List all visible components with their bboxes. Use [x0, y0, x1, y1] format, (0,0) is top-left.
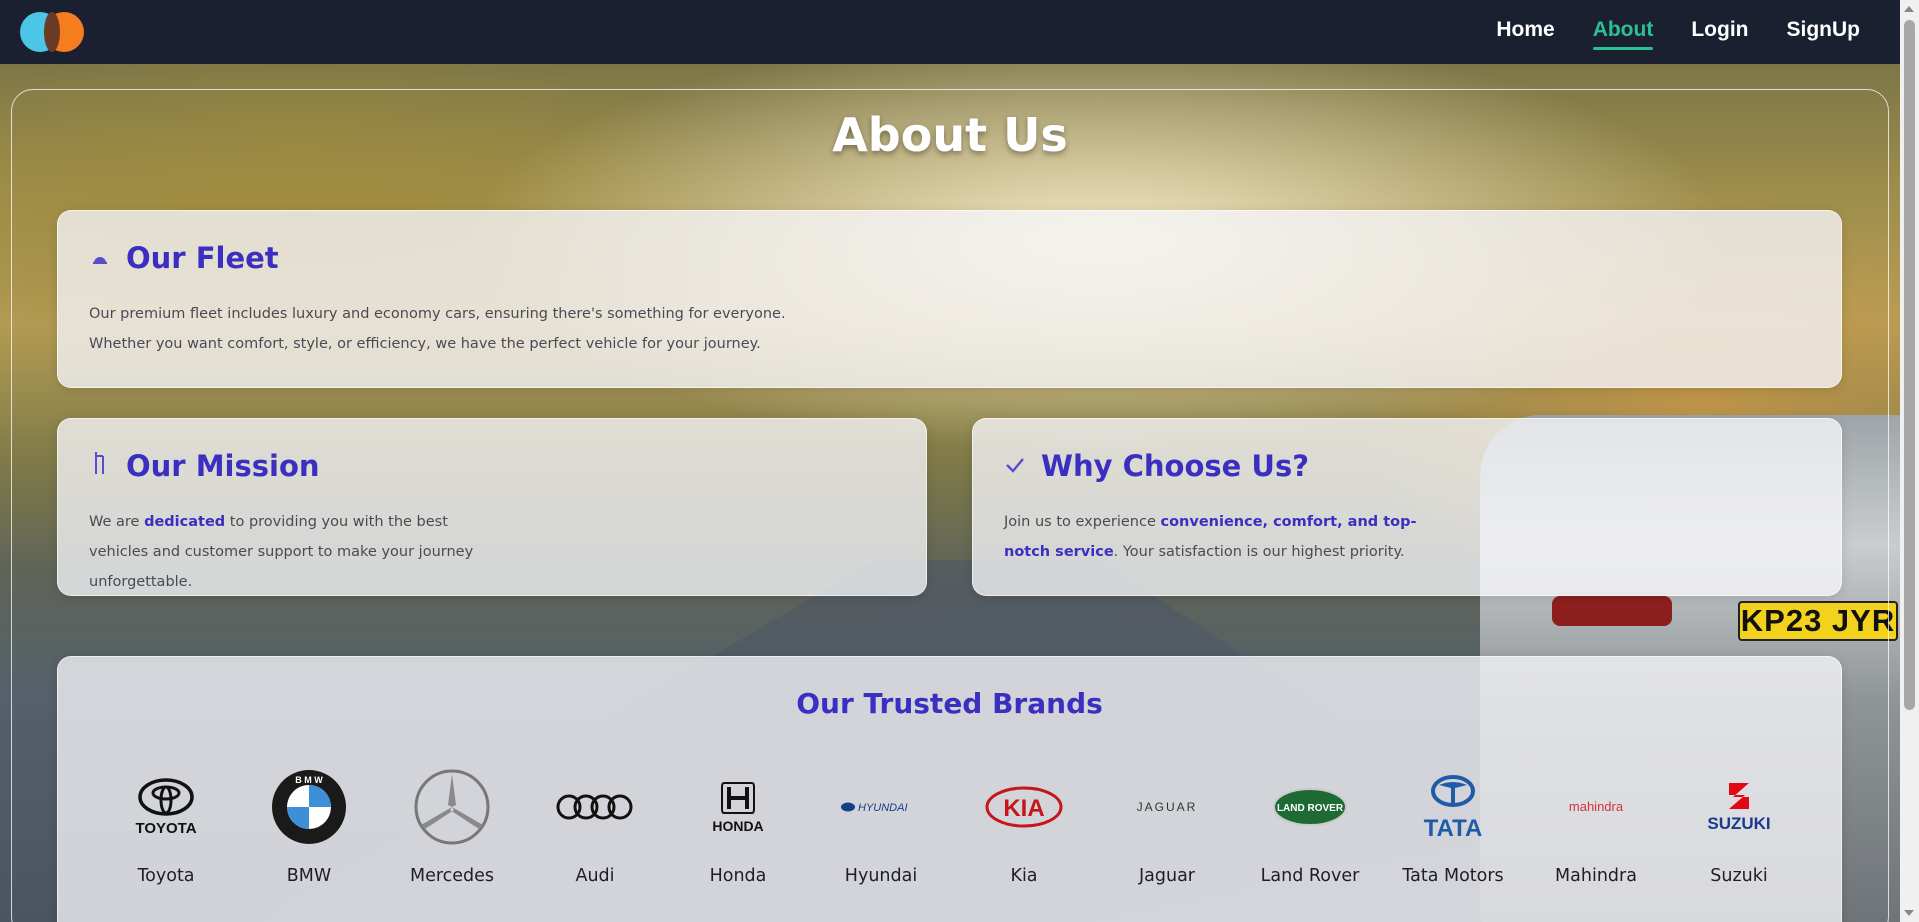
brands-title: Our Trusted Brands: [796, 687, 1103, 720]
fleet-card: Our Fleet Our premium fleet includes lux…: [57, 210, 1842, 388]
page-title: About Us: [832, 108, 1068, 162]
svg-text:mahindra: mahindra: [1569, 799, 1624, 814]
nav-link-about[interactable]: About: [1592, 18, 1653, 50]
nav-link-signup[interactable]: SignUp: [1787, 18, 1861, 46]
svg-text:KIA: KIA: [1003, 795, 1044, 822]
brand-mahindra[interactable]: mahindra Mahindra: [1526, 767, 1666, 886]
svg-text:HYUNDAI: HYUNDAI: [858, 802, 908, 814]
scroll-up-icon[interactable]: [1904, 6, 1914, 12]
nav-link-login[interactable]: Login: [1691, 18, 1748, 46]
mission-text: We are dedicated to providing you with t…: [89, 514, 474, 590]
brand-mercedes[interactable]: Mercedes: [382, 767, 522, 886]
brand-audi[interactable]: Audi: [525, 767, 665, 886]
nav-links: Home About Login SignUp: [1496, 18, 1861, 50]
brand-suzuki[interactable]: SUZUKI Suzuki: [1669, 767, 1809, 886]
mission-title: Our Mission: [126, 449, 320, 483]
svg-text:TOYOTA: TOYOTA: [135, 820, 196, 837]
svg-text:B M W: B M W: [295, 775, 323, 785]
svg-text:TATA: TATA: [1424, 815, 1483, 840]
brand-toyota[interactable]: TOYOTA Toyota: [96, 767, 236, 886]
fleet-title: Our Fleet: [126, 241, 279, 275]
check-icon: [1005, 453, 1025, 479]
why-card: Why Choose Us? Join us to experience con…: [972, 418, 1842, 596]
brand-hyundai[interactable]: HYUNDAI Hyundai: [811, 767, 951, 886]
mission-card: Our Mission We are dedicated to providin…: [57, 418, 927, 596]
mission-highlight: dedicated: [144, 514, 226, 530]
svg-text:JAGUAR: JAGUAR: [1137, 800, 1198, 814]
hyundai-logo-icon: HYUNDAI: [811, 767, 951, 847]
brand-land-rover[interactable]: LAND ROVER Land Rover: [1240, 767, 1380, 886]
nav-link-home[interactable]: Home: [1496, 18, 1554, 46]
svg-text:LAND ROVER: LAND ROVER: [1277, 803, 1344, 814]
kia-logo-icon: KIA: [954, 767, 1094, 847]
brand-bmw[interactable]: B M W BMW: [239, 767, 379, 886]
why-text: Join us to experience convenience, comfo…: [1004, 514, 1417, 560]
brand-tata-motors[interactable]: TATA Tata Motors: [1383, 767, 1523, 886]
bmw-logo-icon: B M W: [239, 767, 379, 847]
brand-honda[interactable]: HONDA Honda: [668, 767, 808, 886]
jaguar-logo-icon: JAGUAR: [1097, 767, 1237, 847]
fleet-text: Our premium fleet includes luxury and ec…: [89, 306, 786, 352]
brand-jaguar[interactable]: JAGUAR Jaguar: [1097, 767, 1237, 886]
toyota-logo-icon: TOYOTA: [96, 767, 236, 847]
honda-logo-icon: HONDA: [668, 767, 808, 847]
navbar: Home About Login SignUp: [0, 0, 1900, 64]
svg-text:HONDA: HONDA: [712, 818, 763, 834]
svg-text:SUZUKI: SUZUKI: [1707, 814, 1770, 833]
logo-icon[interactable]: [20, 9, 86, 55]
tata-logo-icon: TATA: [1383, 767, 1523, 847]
land-rover-logo-icon: LAND ROVER: [1240, 767, 1380, 847]
flag-icon: [90, 450, 110, 482]
brand-kia[interactable]: KIA Kia: [954, 767, 1094, 886]
mahindra-logo-icon: mahindra: [1526, 767, 1666, 847]
scroll-thumb[interactable]: [1904, 20, 1915, 710]
brands-card: Our Trusted Brands TOYOTA Toyota B M W B…: [57, 656, 1842, 922]
mercedes-logo-icon: [382, 767, 522, 847]
why-title: Why Choose Us?: [1041, 449, 1310, 483]
scroll-down-icon[interactable]: [1904, 910, 1914, 916]
audi-logo-icon: [525, 767, 665, 847]
car-icon: [90, 245, 110, 271]
page-scrollbar[interactable]: [1900, 0, 1919, 922]
suzuki-logo-icon: SUZUKI: [1669, 767, 1809, 847]
